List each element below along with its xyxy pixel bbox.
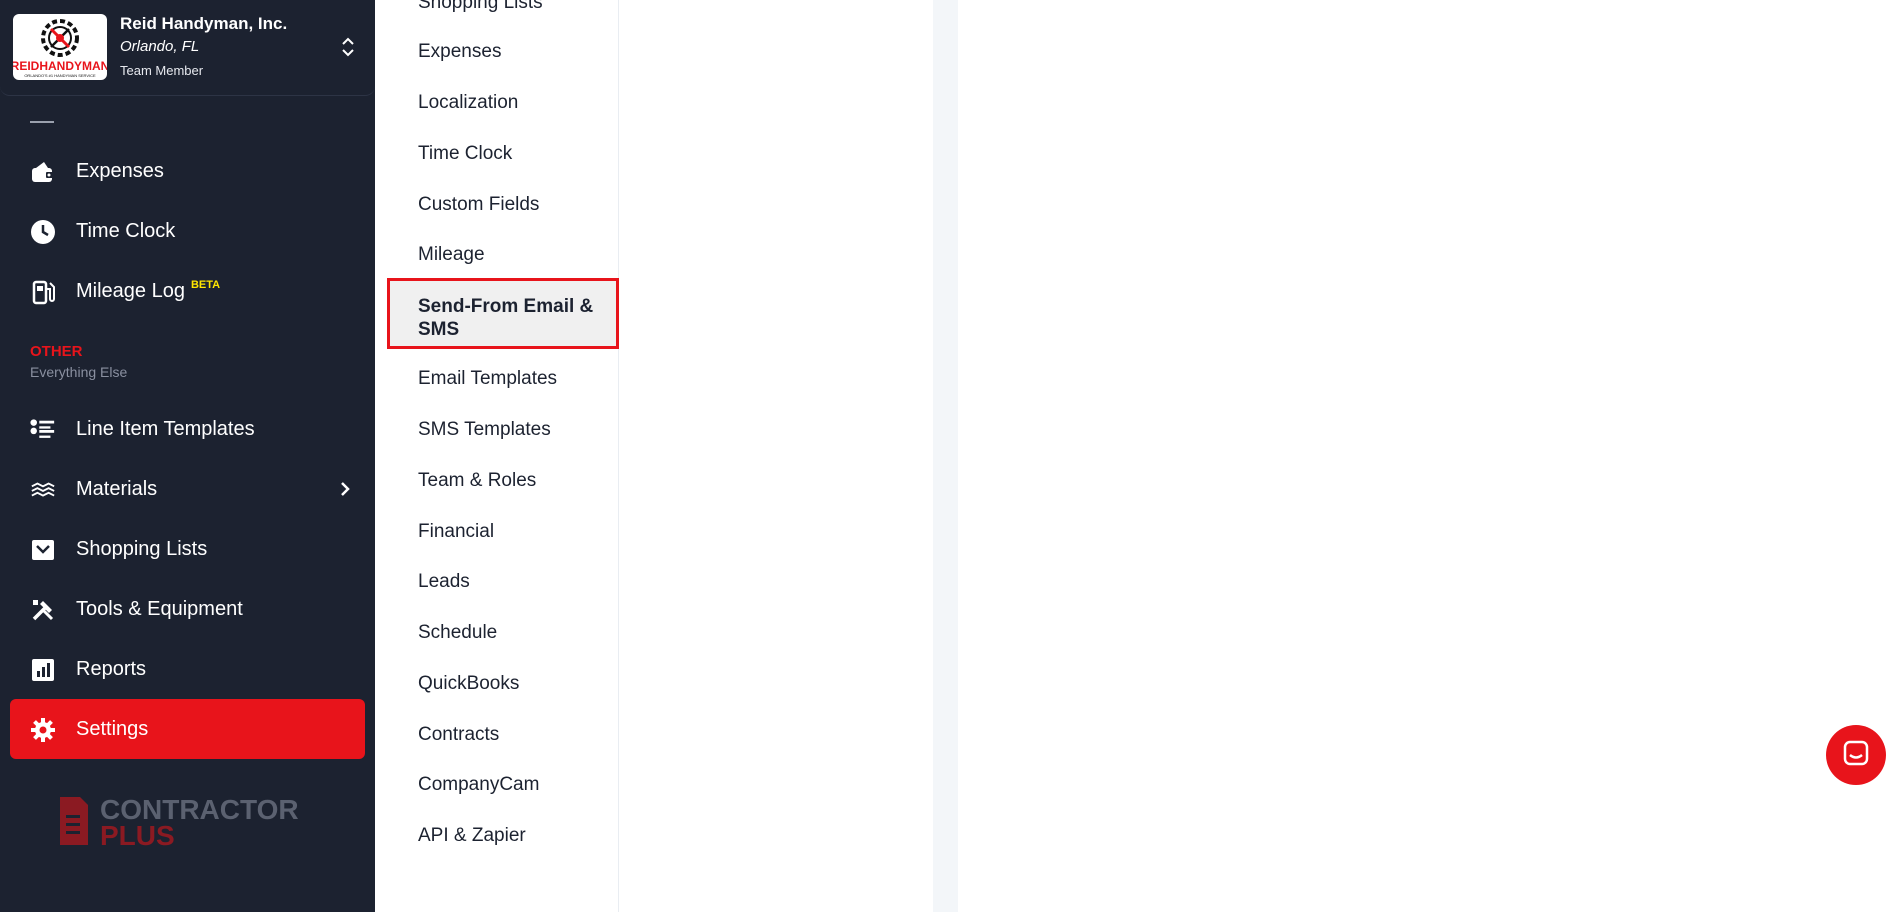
app-root: REIDHANDYMAN ORLANDO'S #1 HANDYMAN SERVI… (0, 0, 1902, 912)
sidebar: REIDHANDYMAN ORLANDO'S #1 HANDYMAN SERVI… (0, 0, 375, 912)
company-name: Reid Handyman, Inc. (120, 14, 288, 33)
beta-badge: BETA (190, 278, 221, 291)
sidebar-item-expenses[interactable]: Expenses (10, 141, 365, 201)
settings-item-email-templates[interactable]: Email Templates (418, 368, 557, 390)
settings-item-shopping-lists[interactable]: Shopping Lists (418, 0, 543, 14)
user-role: Team Member (120, 63, 204, 78)
sidebar-item-reports[interactable]: Reports (10, 639, 365, 699)
settings-item-team-roles[interactable]: Team & Roles (418, 470, 536, 492)
basket-icon (30, 537, 56, 563)
chevron-right-icon (339, 481, 351, 502)
materials-icon (30, 477, 56, 503)
settings-item-send-from-email-sms[interactable]: Send-From Email & SMS (418, 295, 598, 341)
settings-item-schedule[interactable]: Schedule (418, 622, 497, 644)
settings-item-localization[interactable]: Localization (418, 92, 518, 114)
sidebar-item-settings[interactable]: Settings (10, 699, 365, 759)
settings-item-financial[interactable]: Financial (418, 521, 494, 543)
sidebar-item-line-item-templates[interactable]: Line Item Templates (10, 399, 365, 459)
svg-text:PLUS: PLUS (100, 820, 175, 849)
settings-item-companycam[interactable]: CompanyCam (418, 774, 539, 796)
section-subtitle: Everything Else (30, 364, 128, 380)
settings-item-contracts[interactable]: Contracts (418, 724, 499, 746)
content-gutter (933, 0, 958, 912)
settings-item-quickbooks[interactable]: QuickBooks (418, 673, 519, 695)
wallet-icon (30, 159, 56, 185)
sidebar-item-label: Reports (76, 657, 147, 680)
sidebar-item-label: Time Clock (76, 219, 176, 242)
tools-icon (30, 597, 56, 623)
settings-submenu: Shopping Lists Expenses Localization Tim… (375, 0, 619, 912)
fuel-pump-icon (30, 279, 56, 305)
sidebar-item-time-clock[interactable]: Time Clock (10, 201, 365, 261)
settings-item-expenses[interactable]: Expenses (418, 41, 501, 63)
svg-text:ORLANDO'S #1 HANDYMAN SERVICE: ORLANDO'S #1 HANDYMAN SERVICE (24, 73, 96, 78)
svg-text:REIDHANDYMAN: REIDHANDYMAN (13, 59, 107, 73)
sidebar-item-label: Settings (76, 717, 149, 740)
settings-item-mileage[interactable]: Mileage (418, 244, 485, 266)
company-logo: REIDHANDYMAN ORLANDO'S #1 HANDYMAN SERVI… (13, 14, 107, 80)
settings-item-api-zapier[interactable]: API & Zapier (418, 825, 526, 847)
sidebar-item-label: Mileage Log BETA (76, 278, 221, 302)
section-title-other: OTHER (30, 343, 83, 360)
sidebar-item-label: Tools & Equipment (76, 597, 243, 620)
sidebar-item-label: Line Item Templates (76, 417, 255, 440)
company-switcher[interactable]: REIDHANDYMAN ORLANDO'S #1 HANDYMAN SERVI… (0, 0, 375, 96)
scroll-hint-divider (30, 121, 54, 123)
sidebar-item-shopping-lists[interactable]: Shopping Lists (10, 519, 365, 579)
sidebar-item-label: Expenses (76, 159, 164, 182)
list-icon (30, 417, 56, 443)
chat-launcher-button[interactable] (1826, 725, 1886, 785)
sidebar-item-materials[interactable]: Materials (10, 459, 365, 519)
gear-icon (30, 717, 56, 743)
chevron-up-down-icon[interactable] (338, 34, 358, 60)
settings-item-sms-templates[interactable]: SMS Templates (418, 419, 551, 441)
clock-icon (30, 219, 56, 245)
settings-item-leads[interactable]: Leads (418, 571, 470, 593)
company-location: Orlando, FL (120, 38, 200, 55)
settings-item-time-clock[interactable]: Time Clock (418, 143, 512, 165)
sidebar-item-mileage-log[interactable]: Mileage Log BETA (10, 261, 365, 321)
sidebar-item-tools-equipment[interactable]: Tools & Equipment (10, 579, 365, 639)
sidebar-item-label: Shopping Lists (76, 537, 208, 560)
chart-icon (30, 657, 56, 683)
sidebar-item-label: Materials (76, 477, 158, 500)
contractor-plus-logo: CONTRACTOR PLUS (58, 793, 328, 851)
chat-icon (1842, 739, 1870, 772)
settings-item-custom-fields[interactable]: Custom Fields (418, 194, 539, 216)
